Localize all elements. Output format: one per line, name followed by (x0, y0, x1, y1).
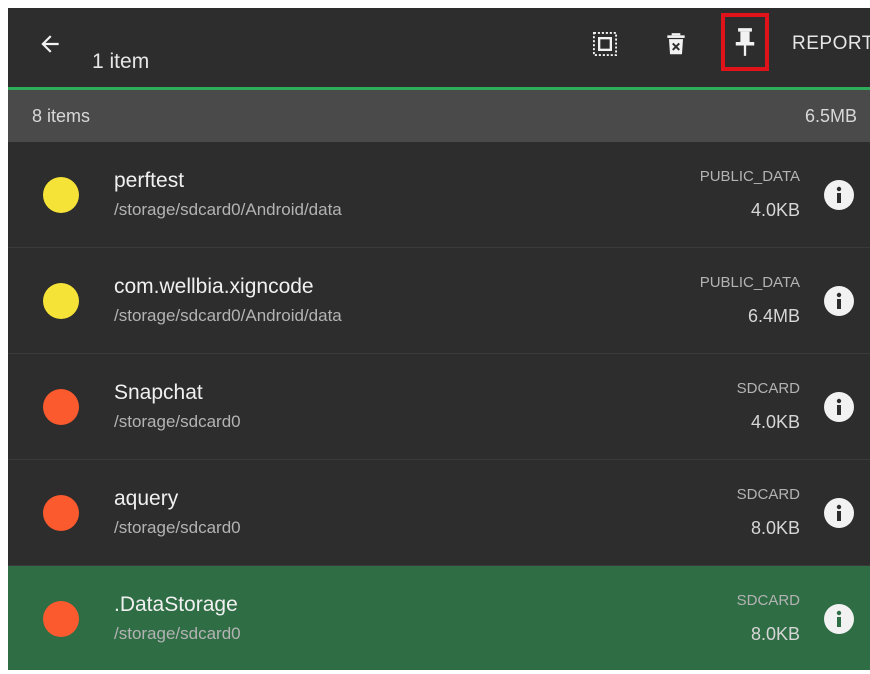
item-path: /storage/sdcard0 (114, 412, 241, 431)
item-location-type: SDCARD (736, 486, 800, 503)
info-button[interactable] (824, 498, 854, 528)
pin-button[interactable] (721, 13, 769, 71)
pin-icon (735, 28, 755, 56)
item-path: /storage/sdcard0 (114, 518, 241, 537)
item-size: 6.4MB (747, 306, 800, 326)
select-all-icon (592, 31, 618, 57)
info-button[interactable] (824, 286, 854, 316)
list-item-selected[interactable]: .DataStorage /storage/sdcard0 SDCARD 8.0… (8, 566, 870, 670)
info-icon (836, 398, 842, 415)
item-location-type: PUBLIC_DATA (699, 168, 800, 185)
item-path: /storage/sdcard0/Android/data (114, 200, 342, 219)
info-icon (836, 186, 842, 203)
info-icon (836, 292, 842, 309)
item-count: 8 items (32, 106, 91, 126)
item-name: .DataStorage (114, 593, 238, 616)
info-icon (836, 504, 842, 521)
item-path: /storage/sdcard0 (114, 624, 241, 643)
info-button[interactable] (824, 604, 854, 634)
delete-button[interactable] (656, 24, 696, 64)
status-dot-icon (43, 389, 79, 425)
info-button[interactable] (824, 180, 854, 210)
storage-summary-bar: 8 items 6.5MB (8, 90, 870, 142)
info-button[interactable] (824, 392, 854, 422)
delete-icon (667, 33, 685, 55)
status-dot-icon (43, 495, 79, 531)
status-dot-icon (43, 177, 79, 213)
total-size: 6.5MB (804, 106, 857, 126)
info-icon (836, 610, 842, 627)
status-dot-icon (43, 283, 79, 319)
item-name: perftest (114, 169, 185, 192)
app-window: 1 item REPORT 8 items 6.5MB perftest /st… (8, 8, 870, 670)
list-item[interactable]: com.wellbia.xigncode /storage/sdcard0/An… (8, 248, 870, 354)
arrow-left-icon (41, 35, 59, 53)
list-item[interactable]: aquery /storage/sdcard0 SDCARD 8.0KB (8, 460, 870, 566)
item-location-type: SDCARD (736, 592, 800, 609)
status-dot-icon (43, 601, 79, 637)
folder-list: perftest /storage/sdcard0/Android/data P… (8, 142, 870, 670)
select-all-button[interactable] (585, 24, 625, 64)
list-item[interactable]: perftest /storage/sdcard0/Android/data P… (8, 142, 870, 248)
report-button[interactable]: REPORT (792, 33, 870, 55)
item-name: com.wellbia.xigncode (114, 275, 314, 298)
item-path: /storage/sdcard0/Android/data (114, 306, 342, 325)
item-name: Snapchat (114, 381, 203, 404)
item-size: 8.0KB (750, 624, 800, 644)
item-size: 8.0KB (750, 518, 800, 538)
selection-count-title: 1 item (92, 50, 150, 73)
item-name: aquery (114, 487, 179, 510)
item-location-type: PUBLIC_DATA (699, 274, 800, 291)
list-item[interactable]: Snapchat /storage/sdcard0 SDCARD 4.0KB (8, 354, 870, 460)
item-size: 4.0KB (750, 412, 800, 432)
action-bar: 1 item REPORT (8, 8, 870, 90)
item-size: 4.0KB (750, 200, 800, 220)
back-button[interactable] (32, 26, 68, 62)
item-location-type: SDCARD (736, 380, 800, 397)
